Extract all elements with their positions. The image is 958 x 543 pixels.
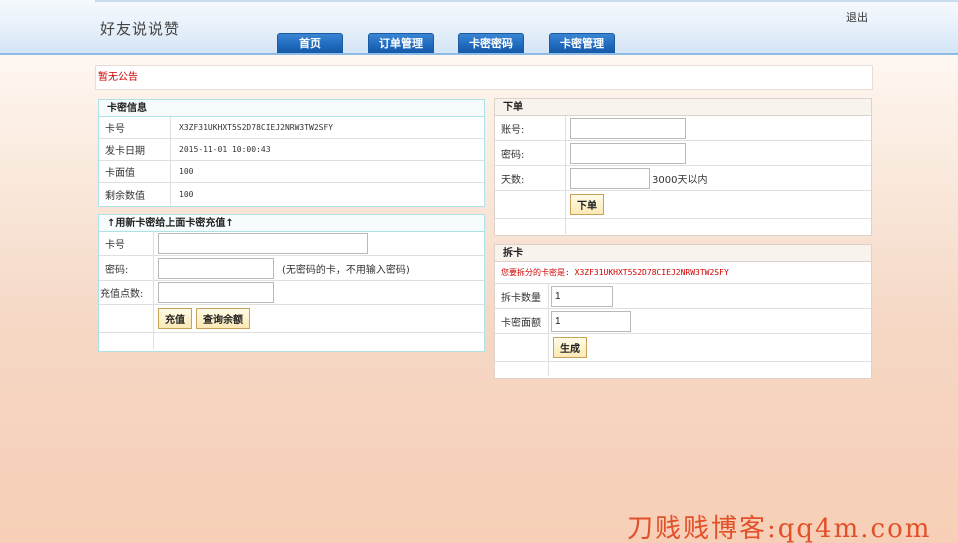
recharge-actions: 充值 查询余额: [154, 305, 484, 332]
place-order-button[interactable]: 下单: [570, 194, 604, 215]
table-row: [495, 362, 871, 376]
split-card-message: 您要拆分的卡密是: X3ZF31UKHXT5S2D78CIEJ2NRW3TW2S…: [501, 268, 729, 277]
table-row: 剩余数值 100: [99, 183, 484, 205]
table-row: 卡号 X3ZF31UKHXT5S2D78CIEJ2NRW3TW2SFY: [99, 117, 484, 139]
order-days-cell: 3000天以内: [566, 166, 871, 190]
recharge-points-input[interactable]: [158, 282, 274, 303]
order-account-input[interactable]: [570, 117, 686, 139]
order-password-cell: [566, 141, 871, 165]
empty-cell: [99, 305, 154, 332]
recharge-title: ↑用新卡密给上面卡密充值↑: [99, 215, 484, 232]
table-row: 发卡日期 2015-11-01 10:00:43: [99, 139, 484, 161]
logout-link[interactable]: 退出: [846, 9, 868, 25]
order-panel: 下单 账号: 密码: 天数: 3000天以内 下单: [494, 98, 872, 236]
watermark-text: 刀贱贱博客:qq4m.com: [627, 514, 932, 543]
recharge-password-input[interactable]: [158, 257, 274, 279]
table-row: 卡号: [99, 232, 484, 256]
table-row: 密码: (无密码的卡，不用输入密码): [99, 256, 484, 281]
order-title: 下单: [495, 99, 871, 116]
table-row: 密码:: [495, 141, 871, 166]
face-value-label: 卡面值: [99, 161, 171, 182]
issue-date-label: 发卡日期: [99, 139, 171, 160]
table-row: [495, 219, 871, 234]
remaining-value-value: 100: [179, 189, 194, 199]
empty-cell: [154, 333, 484, 349]
generate-button[interactable]: 生成: [553, 337, 587, 358]
recharge-points-cell: [154, 281, 484, 304]
table-row: 充值点数:: [99, 281, 484, 305]
card-info-title: 卡密信息: [99, 100, 484, 117]
tab-home[interactable]: 首页: [277, 33, 343, 53]
empty-cell: [549, 362, 871, 376]
table-row: [99, 333, 484, 349]
recharge-card-label: 卡号: [99, 232, 154, 255]
recharge-card-input[interactable]: [158, 233, 368, 254]
announcement-bar: 暂无公告: [95, 65, 873, 90]
order-account-label: 账号:: [495, 116, 566, 140]
tab-card-password[interactable]: 卡密密码: [458, 33, 524, 53]
split-count-cell: [549, 284, 871, 308]
site-title: 好友说说赞: [100, 20, 181, 38]
order-password-input[interactable]: [570, 142, 686, 164]
recharge-points-label: 充值点数:: [99, 281, 154, 304]
table-row: 账号:: [495, 116, 871, 141]
empty-cell: [495, 334, 549, 361]
split-card-title: 拆卡: [495, 245, 871, 262]
order-password-label: 密码:: [495, 141, 566, 165]
empty-cell: [495, 191, 566, 218]
split-face-cell: [549, 309, 871, 333]
split-count-input[interactable]: [551, 285, 613, 307]
table-row: 您要拆分的卡密是: X3ZF31UKHXT5S2D78CIEJ2NRW3TW2S…: [495, 262, 871, 284]
table-row: 拆卡数量: [495, 284, 871, 309]
empty-cell: [495, 219, 566, 234]
card-number-label: 卡号: [99, 117, 171, 138]
recharge-button[interactable]: 充值: [158, 308, 192, 329]
table-row: 卡面值 100: [99, 161, 484, 183]
query-balance-button[interactable]: 查询余额: [196, 308, 250, 329]
empty-cell: [495, 362, 549, 376]
recharge-password-label: 密码:: [99, 256, 154, 280]
order-account-cell: [566, 116, 871, 140]
split-card-panel: 拆卡 您要拆分的卡密是: X3ZF31UKHXT5S2D78CIEJ2NRW3T…: [494, 244, 872, 379]
card-info-panel: 卡密信息 卡号 X3ZF31UKHXT5S2D78CIEJ2NRW3TW2SFY…: [98, 99, 485, 207]
recharge-password-hint: (无密码的卡，不用输入密码): [282, 264, 410, 276]
recharge-card-cell: [154, 232, 484, 255]
order-days-hint: 3000天以内: [652, 174, 708, 186]
split-face-input[interactable]: [551, 310, 631, 332]
table-row: 充值 查询余额: [99, 305, 484, 333]
table-row: 下单: [495, 191, 871, 219]
order-actions: 下单: [566, 191, 871, 218]
split-face-label: 卡密面额: [495, 309, 549, 333]
order-days-input[interactable]: [570, 167, 650, 189]
face-value-value: 100: [179, 167, 194, 176]
split-count-label: 拆卡数量: [495, 284, 549, 308]
tab-card-management[interactable]: 卡密管理: [549, 33, 615, 53]
empty-cell: [566, 219, 871, 234]
tab-order-management[interactable]: 订单管理: [368, 33, 434, 53]
table-row: 卡密面额: [495, 309, 871, 334]
recharge-password-cell: (无密码的卡，不用输入密码): [154, 256, 484, 280]
issue-date-value: 2015-11-01 10:00:43: [179, 145, 271, 154]
split-actions: 生成: [549, 334, 871, 361]
table-row: 天数: 3000天以内: [495, 166, 871, 191]
order-days-label: 天数:: [495, 166, 566, 190]
table-row: 生成: [495, 334, 871, 362]
card-number-value: X3ZF31UKHXT5S2D78CIEJ2NRW3TW2SFY: [179, 123, 334, 132]
recharge-panel: ↑用新卡密给上面卡密充值↑ 卡号 密码: (无密码的卡，不用输入密码) 充值点数…: [98, 214, 485, 352]
header-top-line: [95, 0, 958, 2]
empty-cell: [99, 333, 154, 349]
top-header: 好友说说赞 退出 首页 订单管理 卡密密码 卡密管理: [0, 0, 958, 55]
remaining-value-label: 剩余数值: [99, 183, 171, 205]
